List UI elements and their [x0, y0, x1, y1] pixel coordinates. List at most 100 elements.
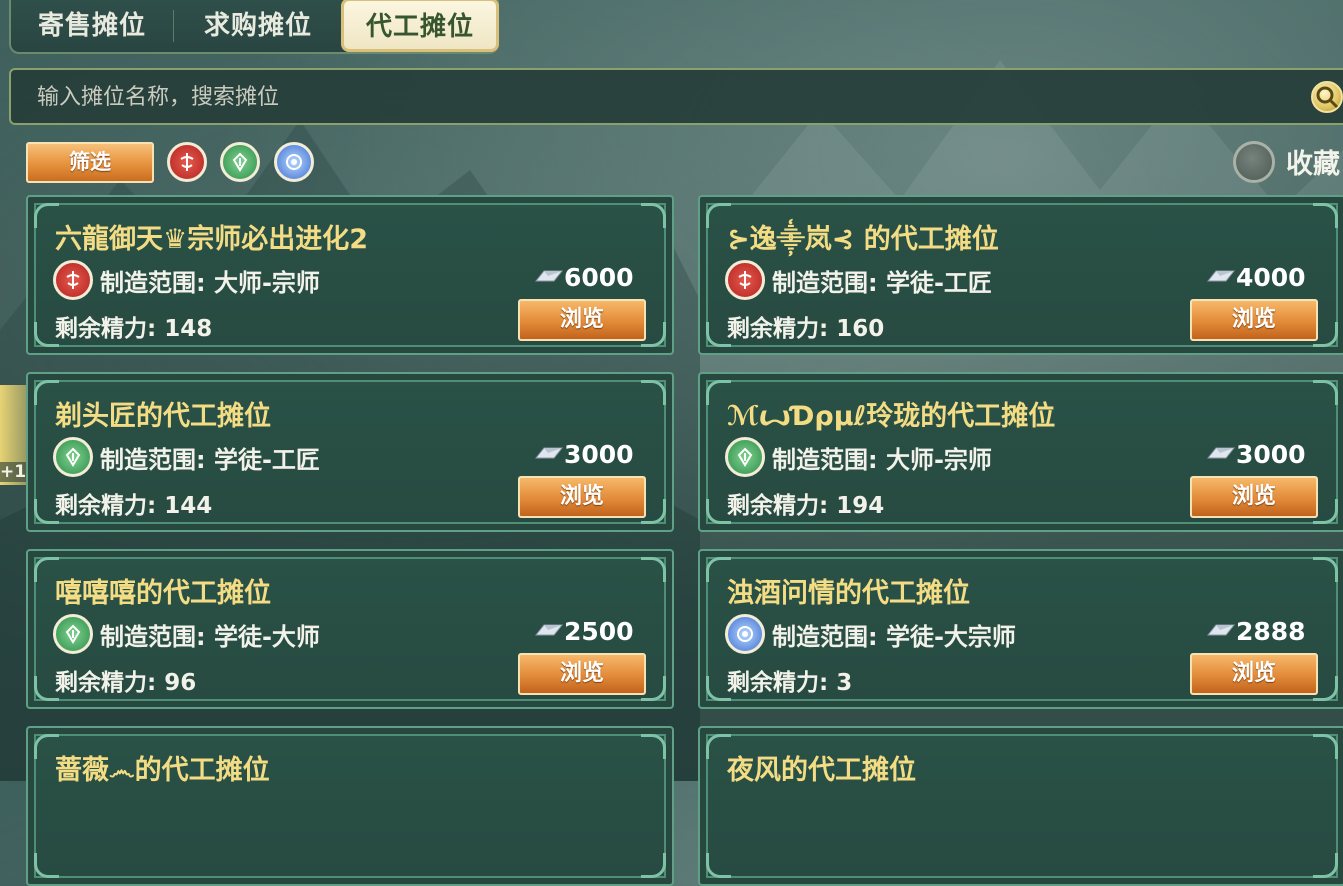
remaining-energy: 剩余精力: 160	[727, 309, 884, 343]
craft-range-value: 学徒-大师	[213, 623, 320, 651]
craft-range: 制造范围: 大师-宗师	[772, 440, 992, 475]
blue-craft-icon	[725, 614, 765, 654]
stall-card[interactable]: 浊酒问情的代工摊位 制造范围: 学徒-大宗师 剩余精力: 3 2888 浏览	[698, 549, 1343, 709]
stall-card[interactable]: ℳꙍƊρμℓ玲珑的代工摊位 制造范围: 大师-宗师 剩余精力: 194 3000…	[698, 372, 1343, 532]
remaining-energy-label: 剩余精力:	[727, 493, 829, 519]
green-craft-icon[interactable]	[220, 142, 260, 182]
browse-button[interactable]: 浏览	[1190, 476, 1318, 518]
card-corner-ornament	[641, 853, 666, 878]
red-craft-icon[interactable]	[167, 142, 207, 182]
remaining-energy: 剩余精力: 3	[727, 663, 852, 697]
silver-ingot-icon	[1206, 270, 1236, 282]
silver-ingot-icon	[534, 624, 564, 636]
search-button[interactable]	[1311, 81, 1343, 113]
craft-range: 制造范围: 大师-宗师	[100, 263, 320, 298]
remaining-energy-label: 剩余精力:	[727, 316, 829, 342]
stall-card[interactable]: 蔷薇෴的代工摊位	[26, 726, 674, 886]
search-input[interactable]	[35, 70, 939, 125]
silver-ingot-icon	[1206, 447, 1236, 459]
stall-price: 3000	[1236, 440, 1306, 469]
stall-title: 夜风的代工摊位	[727, 755, 916, 786]
green-craft-icon	[725, 437, 765, 477]
tab-purchase[interactable]: 求购摊位	[173, 0, 343, 52]
stall-price: 6000	[564, 263, 634, 292]
favorites-toggle[interactable]	[1233, 141, 1275, 183]
card-corner-ornament	[1313, 557, 1338, 582]
green-craft-icon	[53, 437, 93, 477]
browse-button[interactable]: 浏览	[518, 299, 646, 341]
remaining-energy: 剩余精力: 144	[55, 486, 212, 520]
remaining-energy-value: 160	[836, 316, 885, 342]
remaining-energy-label: 剩余精力:	[55, 493, 157, 519]
card-corner-ornament	[1313, 853, 1338, 878]
silver-ingot-icon	[534, 270, 564, 282]
remaining-energy-value: 96	[164, 670, 197, 696]
stall-title: 六龍御天♛宗师必出进化2	[55, 224, 368, 255]
stall-title: 剃头匠的代工摊位	[55, 401, 271, 432]
craft-range-label: 制造范围:	[772, 269, 878, 297]
browse-button[interactable]: 浏览	[1190, 653, 1318, 695]
blue-craft-icon[interactable]	[274, 142, 314, 182]
favorites-label: 收藏	[1286, 149, 1340, 180]
craft-range: 制造范围: 学徒-大师	[100, 617, 320, 652]
card-corner-ornament	[34, 853, 59, 878]
card-corner-ornament	[1313, 734, 1338, 759]
card-corner-ornament	[706, 853, 731, 878]
stall-title: 嘻嘻嘻的代工摊位	[55, 578, 271, 609]
craft-range-value: 大师-宗师	[213, 269, 320, 297]
remaining-energy-value: 148	[164, 316, 213, 342]
tab-consignment[interactable]: 寄售摊位	[11, 0, 173, 52]
craft-range-label: 制造范围:	[100, 446, 206, 474]
stall-price: 2888	[1236, 617, 1306, 646]
craft-range-value: 学徒-工匠	[213, 446, 320, 474]
remaining-energy-label: 剩余精力:	[55, 670, 157, 696]
stall-card[interactable]: ⊱逸⸎岚⊰ 的代工摊位 制造范围: 学徒-工匠 剩余精力: 160 4000 浏…	[698, 195, 1343, 355]
stall-title: 蔷薇෴的代工摊位	[55, 755, 270, 786]
search-bar	[9, 68, 1343, 125]
craft-range-label: 制造范围:	[772, 446, 878, 474]
card-corner-ornament	[641, 734, 666, 759]
silver-ingot-icon	[534, 447, 564, 459]
silver-ingot-icon	[1206, 624, 1236, 636]
craft-range: 制造范围: 学徒-大宗师	[772, 617, 1016, 652]
filter-button[interactable]: 筛选	[26, 142, 154, 183]
red-craft-icon	[53, 260, 93, 300]
browse-button[interactable]: 浏览	[518, 653, 646, 695]
green-craft-icon	[53, 614, 93, 654]
remaining-energy: 剩余精力: 96	[55, 663, 196, 697]
tab-crafting[interactable]: 代工摊位	[341, 0, 499, 52]
card-corner-ornament	[1313, 380, 1338, 405]
stall-title: 浊酒问情的代工摊位	[727, 578, 970, 609]
craft-range-value: 学徒-工匠	[885, 269, 992, 297]
search-icon	[1316, 86, 1339, 109]
stall-price: 2500	[564, 617, 634, 646]
craft-range-value: 学徒-大宗师	[885, 623, 1016, 651]
stall-title: ℳꙍƊρμℓ玲珑的代工摊位	[727, 401, 1056, 432]
craft-range: 制造范围: 学徒-工匠	[100, 440, 320, 475]
card-corner-ornament	[641, 203, 666, 228]
stall-title: ⊱逸⸎岚⊰ 的代工摊位	[727, 224, 999, 255]
card-corner-ornament	[1313, 203, 1338, 228]
craft-range-label: 制造范围:	[100, 269, 206, 297]
red-craft-icon	[725, 260, 765, 300]
remaining-energy: 剩余精力: 148	[55, 309, 212, 343]
craft-range-label: 制造范围:	[772, 623, 878, 651]
stall-card[interactable]: 六龍御天♛宗师必出进化2 制造范围: 大师-宗师 剩余精力: 148 6000 …	[26, 195, 674, 355]
remaining-energy-label: 剩余精力:	[55, 316, 157, 342]
browse-button[interactable]: 浏览	[1190, 299, 1318, 341]
remaining-energy: 剩余精力: 194	[727, 486, 884, 520]
stall-price: 4000	[1236, 263, 1306, 292]
card-corner-ornament	[641, 557, 666, 582]
craft-range-label: 制造范围:	[100, 623, 206, 651]
remaining-energy-value: 144	[164, 493, 213, 519]
remaining-energy-value: 3	[836, 670, 853, 696]
stall-card[interactable]: 嘻嘻嘻的代工摊位 制造范围: 学徒-大师 剩余精力: 96 2500 浏览	[26, 549, 674, 709]
tab-bar: 寄售摊位 求购摊位 代工摊位	[9, 0, 499, 54]
craft-range-value: 大师-宗师	[885, 446, 992, 474]
stall-card[interactable]: 夜风的代工摊位	[698, 726, 1343, 886]
stall-card[interactable]: 剃头匠的代工摊位 制造范围: 学徒-工匠 剩余精力: 144 3000 浏览	[26, 372, 674, 532]
remaining-energy-value: 194	[836, 493, 885, 519]
browse-button[interactable]: 浏览	[518, 476, 646, 518]
card-corner-ornament	[641, 380, 666, 405]
stall-price: 3000	[564, 440, 634, 469]
